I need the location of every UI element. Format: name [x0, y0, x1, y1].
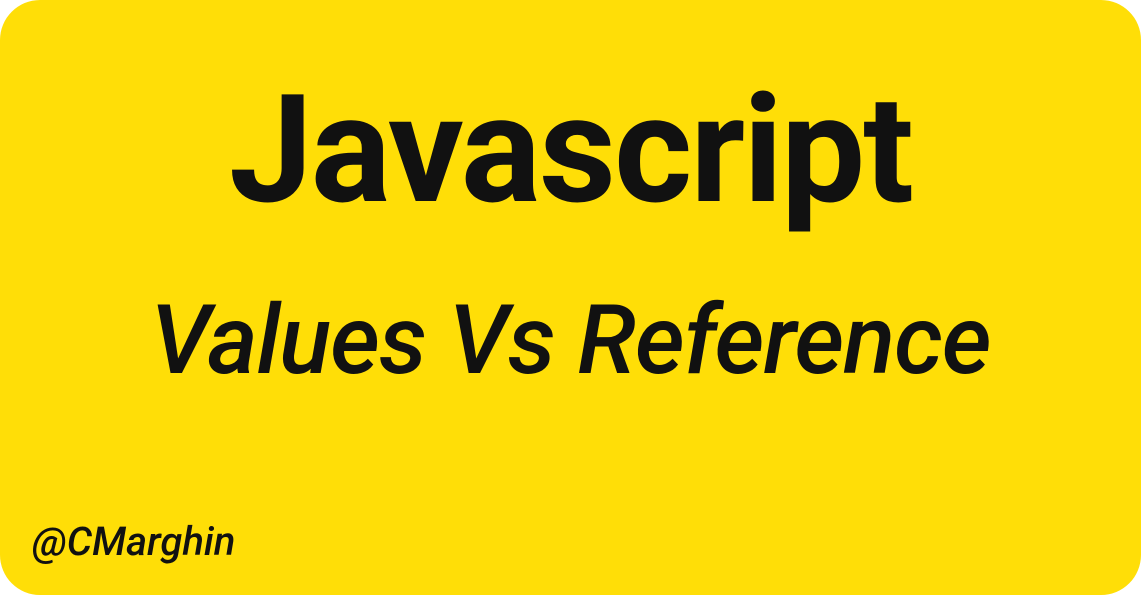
card-title: Javascript [229, 75, 912, 225]
card-subtitle: Values Vs Reference [150, 285, 990, 397]
title-card: Javascript Values Vs Reference @CMarghin [0, 0, 1141, 595]
card-author: @CMarghin [32, 518, 235, 565]
